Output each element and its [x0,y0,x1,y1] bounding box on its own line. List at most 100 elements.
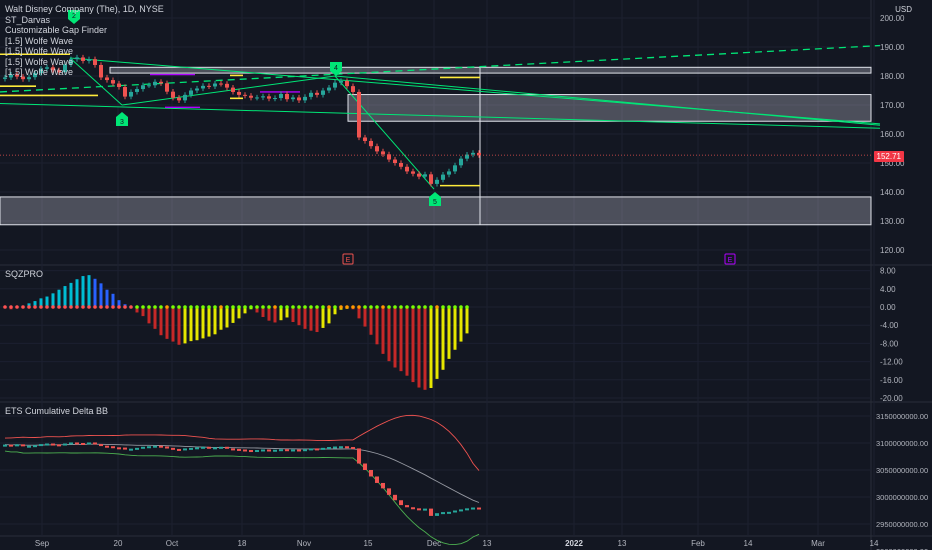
sqz-pane-title[interactable]: SQZPRO [5,269,43,279]
delta-candle [447,511,451,514]
candle-body [249,95,253,98]
tradingview-chart[interactable]: Sep 20 Oct 18 Nov 15 Dec 13 2022 13 Feb 14 Mar 14200.… [0,0,932,550]
candle-body [117,83,121,88]
delta-candle [141,446,145,449]
delta-candle [189,447,193,450]
delta-candle [471,507,475,510]
sqz-dot [351,305,355,309]
candle-body [231,87,235,92]
delta-candle [105,445,109,448]
delta-candle [465,508,469,511]
sqz-dot [279,305,283,309]
marker-label: 5 [433,199,437,206]
sqz-bar [453,307,457,350]
sqz-bar [321,307,325,328]
delta-candle [297,449,301,452]
sqz-dot [33,305,37,309]
candle-body [339,80,343,83]
overlay-gap-finder[interactable]: Customizable Gap Finder [5,25,164,36]
candle-body [159,81,163,84]
delta-candle [171,447,175,450]
price-axis-tick: 120.00 [880,246,905,255]
overlay-wolfe-1[interactable]: [1.5] Wolfe Wave [5,36,164,47]
delta-candle [75,442,79,445]
candle-body [201,85,205,89]
sqz-bar [231,307,235,323]
delta-axis-tick: 3050000000.00 [876,466,928,475]
overlay-wolfe-3[interactable]: [1.5] Wolfe Wave [5,57,164,68]
delta-pane-title[interactable]: ETS Cumulative Delta BB [5,406,108,416]
candle-body [261,96,265,98]
sqz-bar [327,307,331,324]
sqz-dot [339,305,343,309]
delta-candle [207,446,211,449]
symbol-title[interactable]: Walt Disney Company (The), 1D, NYSE [5,4,164,15]
sqz-dot [159,305,163,309]
candle-body [309,92,313,97]
sqz-dot [219,305,223,309]
sqz-bar [369,307,373,335]
sqz-bar [411,307,415,383]
sqz-dot [81,305,85,309]
delta-candle [153,445,157,448]
candle-body [297,97,301,101]
delta-candle [57,444,61,447]
candle-body [411,171,415,174]
delta-candle [363,463,367,470]
delta-candle [459,509,463,512]
delta-candle [231,448,235,451]
delta-candle [435,513,439,516]
candle-body [453,165,457,172]
sqz-bar [417,307,421,388]
delta-candle [279,449,283,452]
delta-candle [99,444,103,447]
sqz-dot [297,305,301,309]
sqz-axis-tick: 4.00 [880,285,896,294]
sqz-dot [63,305,67,309]
sqz-bar [393,307,397,368]
sqz-bar [381,307,385,354]
sqz-bar [423,307,427,390]
delta-candle [333,446,337,449]
candle-body [273,98,277,100]
last-price-tag: 152.71 [873,151,904,162]
overlay-wolfe-2[interactable]: [1.5] Wolfe Wave [5,46,164,57]
delta-candle [45,443,49,446]
sqz-dot [135,305,139,309]
candle-body [291,97,295,100]
candle-body [171,91,175,98]
sqz-bar [441,307,445,370]
candle-body [267,96,271,99]
sqz-bar [171,307,175,342]
overlay-wolfe-4[interactable]: [1.5] Wolfe Wave [5,67,164,78]
candle-body [255,97,259,99]
overlay-darvas[interactable]: ST_Darvas [5,15,164,26]
price-axis-tick: 180.00 [880,72,905,81]
delta-axis-tick: 3000000000.00 [876,493,928,502]
candle-body [141,85,145,90]
delta-candle [33,445,37,448]
time-axis-tick: 15 [364,539,373,548]
delta-candle [375,476,379,483]
delta-candle [87,442,91,445]
delta-candle [405,505,409,508]
delta-candle [339,446,343,449]
delta-candle [21,444,25,447]
sqz-dot [405,305,409,309]
sqz-dot [99,305,103,309]
delta-candle [261,449,265,452]
sqz-bar [219,307,223,330]
sqz-dot [465,305,469,309]
delta-candle [321,447,325,450]
delta-candle [225,446,229,449]
delta-candle [213,447,217,450]
sqz-bar [189,307,193,342]
candle-body [399,163,403,167]
delta-candle [159,445,163,448]
price-axis-tick: 130.00 [880,217,905,226]
time-axis-tick: Oct [166,539,179,548]
sqz-dot [57,305,61,309]
currency-label[interactable]: USD [895,5,912,14]
candle-body [147,85,151,87]
sqz-bar [195,307,199,341]
